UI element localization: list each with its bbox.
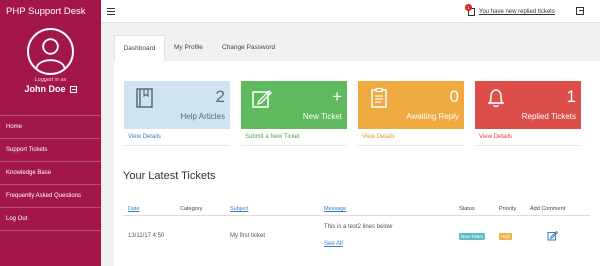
sidebar-item-support-tickets[interactable]: Support Tickets <box>0 139 101 162</box>
card-label: Replied Tickets <box>521 112 576 121</box>
notification-link[interactable]: 1 You have new replied tickets <box>465 4 555 17</box>
view-details-link[interactable]: View Details <box>128 134 161 140</box>
card-new-ticket: + New Ticket Submit a New Ticket <box>241 81 347 164</box>
card-replied-tickets: 1 Replied Tickets View Details <box>475 81 581 164</box>
column-header-status: Status <box>459 206 475 212</box>
sidebar: PHP Support Desk Logged in as John Doe H… <box>0 0 101 266</box>
hamburger-menu-icon[interactable] <box>107 8 115 15</box>
notification-badge: 1 <box>465 4 472 11</box>
card-replied-tickets-header: 1 Replied Tickets <box>475 81 581 129</box>
card-help-articles: 2 Help Articles View Details <box>124 81 230 164</box>
card-new-ticket-header[interactable]: + New Ticket <box>241 81 347 129</box>
status-badge: New Ticket <box>459 233 486 240</box>
tab-change-password[interactable]: Change Password <box>222 35 275 61</box>
column-header-add-comment: Add Comment <box>530 206 566 212</box>
ticket-date: 13/11/17 4:50 <box>128 233 165 239</box>
book-icon <box>136 88 153 108</box>
card-label: Awaiting Reply <box>406 112 459 121</box>
view-details-link[interactable]: View Details <box>362 134 395 140</box>
card-count: 2 <box>215 87 225 106</box>
sidebar-item-knowledge-base[interactable]: Knowledge Base <box>0 162 101 185</box>
brand-title[interactable]: PHP Support Desk <box>0 0 101 23</box>
card-count: + <box>332 87 342 106</box>
tab-dashboard[interactable]: Dashboard <box>114 35 165 61</box>
top-bar: 1 You have new replied tickets <box>101 0 600 23</box>
dashboard-panel: Dashboard My Profile Change Password 2 H… <box>114 35 600 266</box>
sidebar-item-home[interactable]: Home <box>0 116 101 139</box>
section-title: Your Latest Tickets <box>123 170 216 182</box>
logout-icon[interactable] <box>69 86 77 94</box>
sidebar-item-faq[interactable]: Frequently Asked Questions <box>0 185 101 208</box>
column-header-category: Category <box>180 206 203 212</box>
tab-my-profile[interactable]: My Profile <box>174 35 203 61</box>
column-header-message[interactable]: Message <box>324 206 346 212</box>
tab-bar: Dashboard My Profile Change Password <box>114 35 600 61</box>
see-all-link[interactable]: See All <box>324 241 343 247</box>
submit-new-ticket-link[interactable]: Submit a New Ticket <box>245 134 300 140</box>
logout-icon[interactable] <box>576 7 584 15</box>
logged-in-label: Logged in as <box>34 77 67 83</box>
divider <box>124 145 230 146</box>
add-comment-icon[interactable] <box>547 230 558 241</box>
column-header-date[interactable]: Date <box>128 206 140 212</box>
card-awaiting-reply-header: 0 Awaiting Reply <box>358 81 464 129</box>
user-name: John Doe <box>24 84 66 94</box>
clipboard-icon <box>371 87 387 108</box>
card-awaiting-reply: 0 Awaiting Reply View Details <box>358 81 464 164</box>
divider <box>241 145 347 146</box>
column-header-subject[interactable]: Subject <box>230 206 248 212</box>
card-count: 1 <box>566 87 576 106</box>
ticket-subject: My first ticket <box>230 233 266 239</box>
sidebar-item-log-out[interactable]: Log Out <box>0 208 101 231</box>
divider <box>475 145 581 146</box>
table-divider <box>123 215 590 216</box>
card-label: New Ticket <box>302 112 342 121</box>
card-label: Help Articles <box>180 112 225 121</box>
user-profile: Logged in as John Doe <box>0 23 101 116</box>
column-header-priority: Priority <box>499 206 517 212</box>
card-help-articles-header: 2 Help Articles <box>124 81 230 129</box>
document-icon: 1 <box>465 4 475 16</box>
divider <box>358 145 464 146</box>
priority-badge: High <box>499 233 513 240</box>
ticket-message: This is a test2 lines below <box>324 224 393 230</box>
notification-text[interactable]: You have new replied tickets <box>479 9 555 15</box>
user-name-row: John Doe <box>0 84 101 94</box>
edit-icon <box>252 90 272 108</box>
avatar-icon <box>27 28 74 75</box>
view-details-link[interactable]: View Details <box>479 134 512 140</box>
bell-icon <box>488 89 504 108</box>
card-count: 0 <box>449 87 459 106</box>
